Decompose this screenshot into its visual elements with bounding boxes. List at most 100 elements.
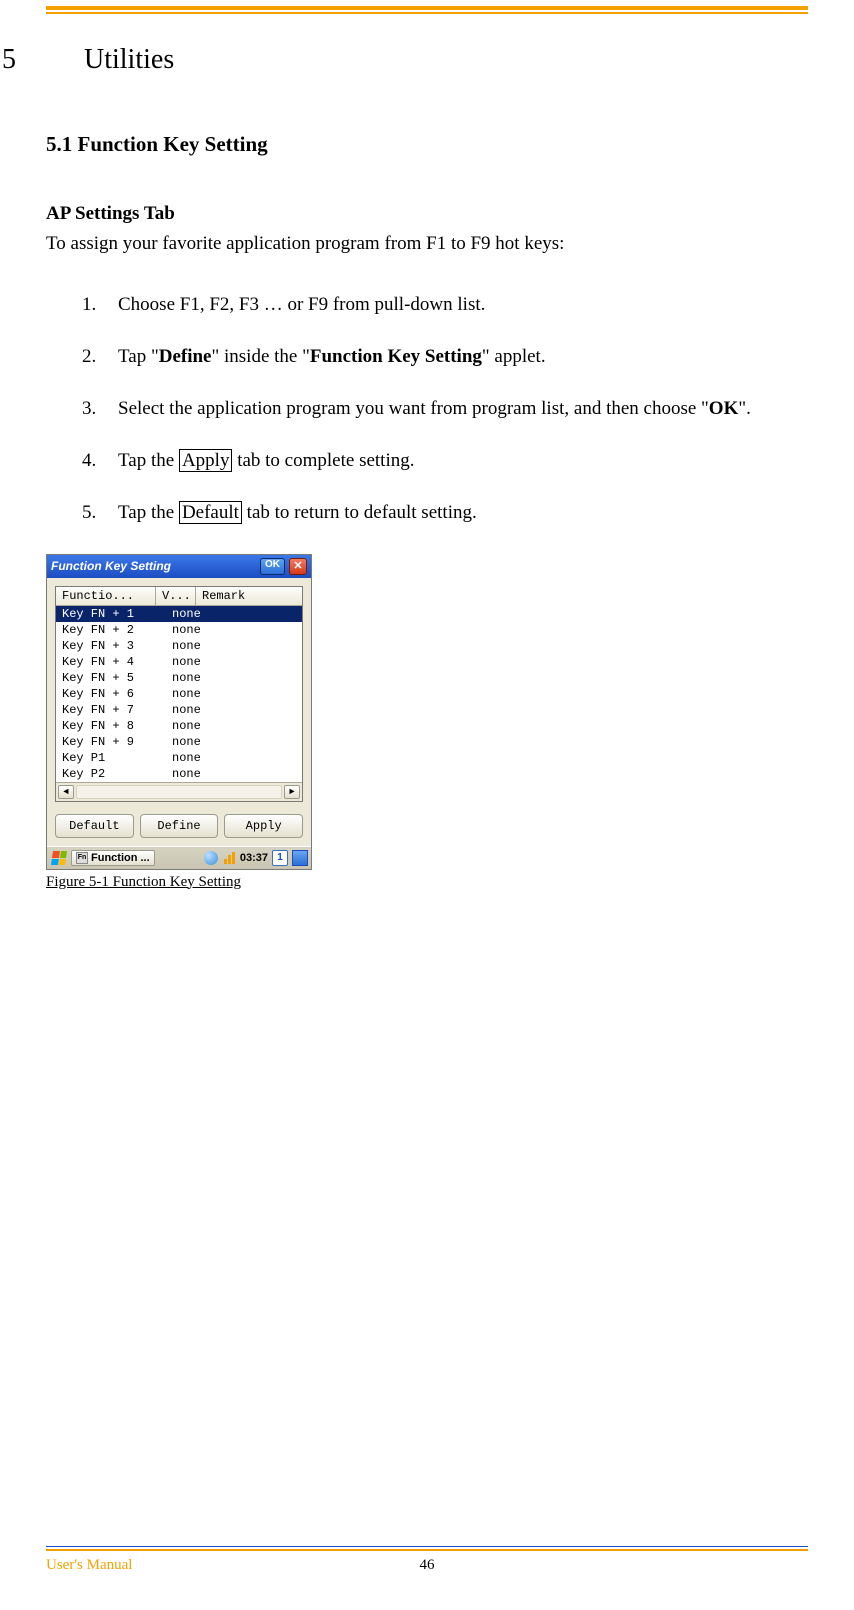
step-text: Tap the Apply tab to complete setting. bbox=[118, 450, 414, 472]
cell-key: Key FN + 9 bbox=[62, 734, 172, 750]
cell-key: Key P1 bbox=[62, 750, 172, 766]
list-header-row[interactable]: Functio... V... Remark bbox=[56, 587, 302, 606]
show-desktop-icon[interactable] bbox=[292, 850, 308, 866]
boxed-label-default: Default bbox=[179, 501, 242, 524]
cell-key: Key FN + 6 bbox=[62, 686, 172, 702]
list-item[interactable]: Key FN + 1none bbox=[56, 606, 302, 622]
step-2: 2. Tap "Define" inside the "Function Key… bbox=[82, 346, 808, 368]
footer-manual-label: User's Manual bbox=[46, 1557, 132, 1574]
bold-text: Function Key Setting bbox=[310, 346, 482, 367]
footer-rule-accent bbox=[46, 1549, 808, 1551]
cell-remark: none bbox=[172, 750, 296, 766]
chapter-number: 5 bbox=[2, 44, 84, 76]
text: ". bbox=[738, 398, 751, 419]
fn-icon: Fn bbox=[76, 852, 88, 864]
list-item[interactable]: Key FN + 2none bbox=[56, 622, 302, 638]
horizontal-scrollbar[interactable]: ◄ ► bbox=[56, 782, 302, 801]
cell-remark: none bbox=[172, 670, 296, 686]
cell-key: Key FN + 2 bbox=[62, 622, 172, 638]
step-3: 3. Select the application program you wa… bbox=[82, 398, 808, 420]
list-item[interactable]: Key FN + 8none bbox=[56, 718, 302, 734]
cell-key: Key FN + 4 bbox=[62, 654, 172, 670]
text: " inside the " bbox=[211, 346, 309, 367]
cell-remark: none bbox=[172, 766, 296, 782]
scroll-track[interactable] bbox=[76, 785, 282, 799]
ok-button[interactable]: OK bbox=[260, 558, 285, 575]
taskbar[interactable]: Fn Function ... 03:37 1 bbox=[47, 846, 311, 869]
window-title-text: Function Key Setting bbox=[51, 559, 171, 573]
figure-caption: Figure 5-1 Function Key Setting bbox=[46, 874, 808, 891]
step-text: Tap "Define" inside the "Function Key Se… bbox=[118, 346, 546, 368]
function-key-setting-window: Function Key Setting OK ✕ Functio... V..… bbox=[46, 554, 312, 870]
cell-remark: none bbox=[172, 734, 296, 750]
text: Tap the bbox=[118, 502, 179, 523]
cell-remark: none bbox=[172, 622, 296, 638]
step-number: 2. bbox=[82, 346, 118, 368]
scroll-right-icon[interactable]: ► bbox=[284, 785, 300, 799]
keyboard-indicator-icon[interactable]: 1 bbox=[272, 850, 288, 866]
list-item[interactable]: Key FN + 7none bbox=[56, 702, 302, 718]
cell-remark: none bbox=[172, 718, 296, 734]
clock[interactable]: 03:37 bbox=[240, 852, 268, 864]
list-item[interactable]: Key FN + 3none bbox=[56, 638, 302, 654]
taskbar-task-button[interactable]: Fn Function ... bbox=[71, 850, 155, 866]
scroll-left-icon[interactable]: ◄ bbox=[58, 785, 74, 799]
cell-key: Key FN + 5 bbox=[62, 670, 172, 686]
list-item[interactable]: Key P1none bbox=[56, 750, 302, 766]
close-icon[interactable]: ✕ bbox=[289, 558, 307, 575]
cell-remark: none bbox=[172, 686, 296, 702]
cell-key: Key FN + 3 bbox=[62, 638, 172, 654]
step-1: 1. Choose F1, F2, F3 … or F9 from pull-d… bbox=[82, 294, 808, 316]
list-item[interactable]: Key FN + 5none bbox=[56, 670, 302, 686]
list-item[interactable]: Key P2none bbox=[56, 766, 302, 782]
step-text: Choose F1, F2, F3 … or F9 from pull-down… bbox=[118, 294, 485, 316]
step-4: 4. Tap the Apply tab to complete setting… bbox=[82, 450, 808, 472]
define-button[interactable]: Define bbox=[140, 814, 219, 838]
ap-settings-heading: AP Settings Tab bbox=[46, 203, 808, 225]
step-number: 5. bbox=[82, 502, 118, 524]
list-item[interactable]: Key FN + 6none bbox=[56, 686, 302, 702]
chapter-title: Utilities bbox=[84, 44, 174, 76]
start-button-icon[interactable] bbox=[50, 849, 68, 867]
col-value[interactable]: V... bbox=[156, 587, 196, 605]
page-number: 46 bbox=[420, 1557, 435, 1574]
cell-remark: none bbox=[172, 702, 296, 718]
network-icon[interactable] bbox=[204, 851, 218, 865]
signal-icon[interactable] bbox=[222, 851, 236, 865]
step-text: Select the application program you want … bbox=[118, 398, 751, 420]
top-rule bbox=[46, 6, 808, 10]
step-number: 3. bbox=[82, 398, 118, 420]
text: Tap the bbox=[118, 450, 179, 471]
windows-flag-icon bbox=[51, 851, 67, 865]
text: tab to complete setting. bbox=[232, 450, 414, 471]
cell-key: Key FN + 1 bbox=[62, 606, 172, 622]
subsection-heading: 5.1 Function Key Setting bbox=[46, 132, 808, 157]
cell-remark: none bbox=[172, 606, 296, 622]
function-key-list[interactable]: Functio... V... Remark Key FN + 1noneKey… bbox=[55, 586, 303, 802]
list-item[interactable]: Key FN + 9none bbox=[56, 734, 302, 750]
step-number: 1. bbox=[82, 294, 118, 316]
default-button[interactable]: Default bbox=[55, 814, 134, 838]
cell-remark: none bbox=[172, 654, 296, 670]
window-titlebar[interactable]: Function Key Setting OK ✕ bbox=[47, 555, 311, 578]
col-function[interactable]: Functio... bbox=[56, 587, 156, 605]
list-item[interactable]: Key FN + 4none bbox=[56, 654, 302, 670]
ap-settings-intro: To assign your favorite application prog… bbox=[46, 231, 808, 258]
step-text: Tap the Default tab to return to default… bbox=[118, 502, 477, 524]
cell-key: Key FN + 7 bbox=[62, 702, 172, 718]
cell-key: Key P2 bbox=[62, 766, 172, 782]
boxed-label-apply: Apply bbox=[179, 449, 233, 472]
apply-button[interactable]: Apply bbox=[224, 814, 303, 838]
bold-text: Define bbox=[159, 346, 212, 367]
text: Select the application program you want … bbox=[118, 398, 709, 419]
text: Tap " bbox=[118, 346, 159, 367]
cell-remark: none bbox=[172, 638, 296, 654]
cell-key: Key FN + 8 bbox=[62, 718, 172, 734]
step-number: 4. bbox=[82, 450, 118, 472]
step-5: 5. Tap the Default tab to return to defa… bbox=[82, 502, 808, 524]
text: " applet. bbox=[482, 346, 546, 367]
bold-text: OK bbox=[709, 398, 739, 419]
col-remark[interactable]: Remark bbox=[196, 587, 302, 605]
footer-rule bbox=[46, 1546, 808, 1547]
text: tab to return to default setting. bbox=[242, 502, 477, 523]
